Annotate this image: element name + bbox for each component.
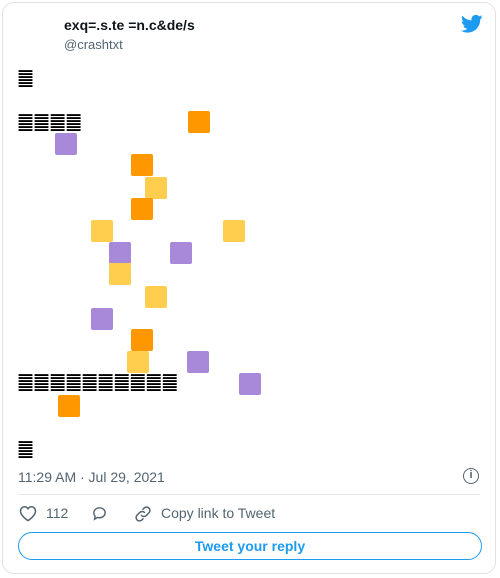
- orange-square-icon: [131, 198, 153, 220]
- tweet-timestamp[interactable]: 11:29 AM · Jul 29, 2021: [18, 469, 165, 485]
- yellow-square-icon: [223, 220, 245, 242]
- reply-bubble-icon[interactable]: [91, 505, 108, 522]
- avatar[interactable]: [18, 12, 58, 52]
- author-handle[interactable]: @crashtxt: [64, 37, 123, 52]
- purple-square-icon: [239, 373, 261, 395]
- orange-square-icon: [188, 111, 210, 133]
- tweet-card: [2, 2, 496, 574]
- yellow-square-icon: [109, 263, 131, 285]
- purple-square-icon: [170, 242, 192, 264]
- yellow-square-icon: [91, 220, 113, 242]
- orange-square-icon: [131, 329, 153, 351]
- purple-square-icon: [91, 308, 113, 330]
- purple-square-icon: [109, 242, 131, 264]
- tweet-text-line-2: ䷀䷀䷀䷀: [17, 111, 82, 133]
- twitter-bird-icon[interactable]: [461, 14, 483, 34]
- tweet-text-line-1: ䷀: [17, 67, 34, 89]
- orange-square-icon: [58, 395, 80, 417]
- purple-square-icon: [55, 133, 77, 155]
- heart-icon[interactable]: [19, 505, 37, 522]
- yellow-square-icon: [127, 351, 149, 373]
- orange-square-icon: [131, 154, 153, 176]
- purple-square-icon: [187, 351, 209, 373]
- yellow-square-icon: [145, 286, 167, 308]
- tweet-reply-button[interactable]: Tweet your reply: [18, 532, 482, 560]
- copy-link-button[interactable]: Copy link to Tweet: [161, 505, 275, 521]
- tweet-text-line-3: ䷀䷀䷀䷀䷀䷀䷀䷀䷀䷀: [17, 371, 178, 393]
- author-name[interactable]: exq=.s.te =n.c&de/s: [64, 17, 195, 33]
- info-icon[interactable]: i: [463, 468, 479, 484]
- tweet-text-line-4: ䷀: [17, 438, 34, 460]
- yellow-square-icon: [145, 177, 167, 199]
- link-icon[interactable]: [134, 505, 152, 523]
- divider: [18, 494, 480, 495]
- like-count[interactable]: 112: [46, 505, 68, 521]
